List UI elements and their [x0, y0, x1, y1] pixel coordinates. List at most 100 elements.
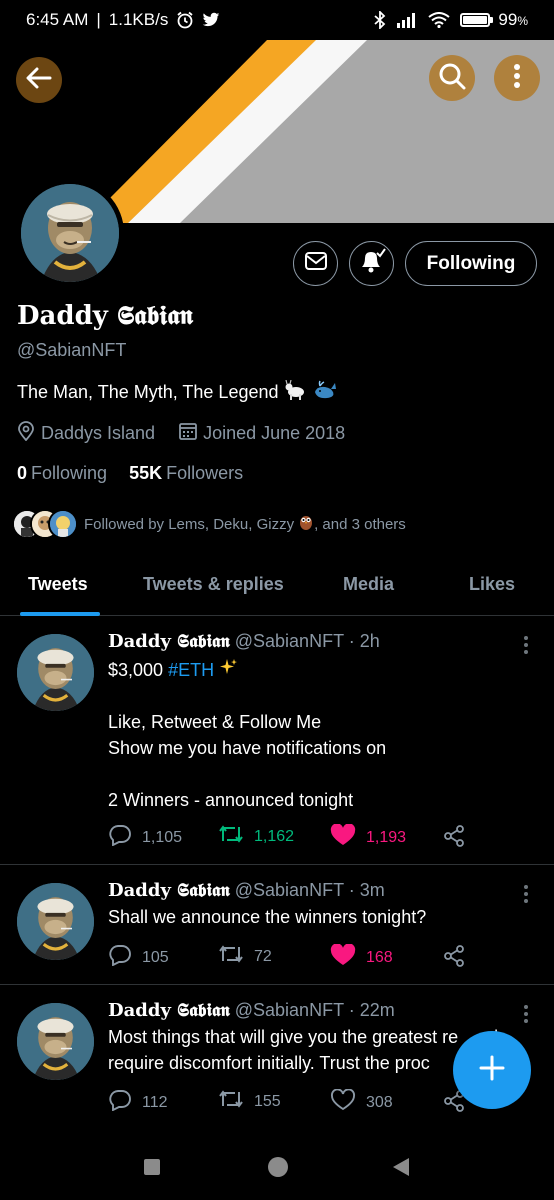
display-name-first: Daddy [17, 301, 108, 331]
profile-meta: Daddys Island Joined June 2018 [17, 421, 345, 446]
tab-media[interactable]: Media [343, 574, 394, 595]
followers-count-link[interactable]: 55K Followers [129, 463, 243, 484]
tweet-author-name[interactable]: Daddy 𝕾𝖆𝖇𝖎𝖆𝖓 [108, 631, 230, 652]
tweet-text: Shall we announce the winners tonight? [108, 907, 427, 927]
display-name: Daddy 𝕾𝖆𝖇𝖎𝖆𝖓 [17, 301, 193, 332]
tab-tweets-and-replies[interactable]: Tweets & replies [143, 574, 284, 595]
tweet[interactable]: Daddy 𝕾𝖆𝖇𝖎𝖆𝖓 @SabianNFT · 3m Shall we an… [0, 866, 554, 985]
home-button[interactable] [268, 1157, 288, 1177]
clock: 6:45 AM [26, 10, 89, 29]
alarm-icon [176, 11, 194, 29]
display-name-second: 𝕾𝖆𝖇𝖎𝖆𝖓 [116, 301, 193, 331]
like-button[interactable]: 308 [330, 1088, 393, 1116]
retweet-count: 1,162 [254, 827, 295, 845]
tweet-more-button[interactable] [518, 634, 534, 656]
location-pin-icon [17, 421, 35, 446]
notifications-button[interactable] [349, 241, 394, 286]
share-icon [442, 944, 466, 973]
plus-icon [478, 1054, 506, 1087]
signal-icon [396, 12, 418, 28]
tweet-more-button[interactable] [518, 1003, 534, 1025]
profile-bio: The Man, The Myth, The Legend [17, 379, 337, 405]
location-text: Daddys Island [41, 423, 156, 443]
following-count-link[interactable]: 0 Following [17, 463, 107, 484]
tweet-author-handle: @SabianNFT [234, 1000, 344, 1020]
like-count: 168 [366, 948, 393, 966]
bio-text: The Man, The Myth, The Legend [17, 382, 279, 402]
reply-count: 105 [142, 948, 169, 966]
followed-by-avatars [12, 509, 78, 539]
retweet-button[interactable]: 1,162 [218, 824, 294, 849]
retweet-icon [218, 1089, 244, 1114]
status-bar-left: 6:45 AM | 1.1KB/s [26, 10, 220, 30]
goat-emoji-icon [284, 379, 307, 405]
tweet-avatar[interactable] [17, 634, 94, 711]
tweet-amount: $3,000 [108, 660, 164, 680]
share-button[interactable] [442, 824, 466, 853]
followed-by-names: Followed by Lems, Deku, Gizzy [84, 515, 295, 533]
profile-handle: @SabianNFT [17, 340, 127, 360]
reply-icon [108, 944, 132, 971]
tweet-more-button[interactable] [518, 883, 534, 905]
bell-check-icon [358, 248, 386, 279]
tweet-header: Daddy 𝕾𝖆𝖇𝖎𝖆𝖓 @SabianNFT · 2h [108, 631, 380, 652]
whale-emoji-icon [313, 380, 337, 405]
retweet-button[interactable]: 72 [218, 944, 272, 969]
more-options-button[interactable] [494, 55, 540, 101]
share-button[interactable] [442, 944, 466, 973]
heart-filled-icon [330, 823, 356, 851]
ape-avatar-image [17, 634, 94, 711]
back-arrow-icon [26, 67, 52, 94]
tweet-author-handle: @SabianNFT [234, 880, 344, 900]
tweet-avatar[interactable] [17, 1003, 94, 1080]
battery-unit: % [517, 14, 528, 28]
system-back-button[interactable] [392, 1157, 410, 1182]
heart-filled-icon [330, 943, 356, 971]
reply-button[interactable]: 112 [108, 1089, 168, 1116]
reply-count: 112 [142, 1093, 168, 1111]
envelope-icon [304, 251, 328, 276]
profile-avatar[interactable] [16, 179, 124, 287]
battery-percent: 99% [498, 10, 528, 30]
ape-avatar-image [17, 883, 94, 960]
like-button[interactable]: 1,193 [330, 823, 407, 851]
like-count: 1,193 [366, 828, 407, 846]
message-button[interactable] [293, 241, 338, 286]
hashtag-link[interactable]: #ETH [168, 660, 214, 680]
back-button[interactable] [16, 57, 62, 103]
tweet[interactable]: Daddy 𝕾𝖆𝖇𝖎𝖆𝖓 @SabianNFT · 2h $3,000 #ETH… [0, 617, 554, 865]
retweet-button[interactable]: 155 [218, 1089, 281, 1114]
search-button[interactable] [429, 55, 475, 101]
search-icon [438, 62, 466, 95]
recent-apps-button[interactable] [144, 1159, 160, 1175]
tweet-time: 22m [359, 1000, 395, 1020]
following-button[interactable]: Following [405, 241, 537, 286]
reply-icon [108, 824, 132, 851]
system-navigation-bar [0, 1134, 554, 1200]
compose-tweet-button[interactable] [453, 1031, 531, 1109]
tweet-line-2: require discomfort initially. Trust the … [108, 1053, 430, 1073]
reply-button[interactable]: 105 [108, 944, 169, 971]
tweet-author-name[interactable]: Daddy 𝕾𝖆𝖇𝖎𝖆𝖓 [108, 880, 230, 901]
tweet-avatar[interactable] [17, 883, 94, 960]
following-label: Following [31, 463, 108, 483]
share-icon [442, 824, 466, 853]
tweet-actions: 1,105 1,162 1,193 [108, 823, 528, 853]
heart-outline-icon [330, 1088, 356, 1116]
tweet-actions: 105 72 168 [108, 943, 528, 973]
like-button[interactable]: 168 [330, 943, 393, 971]
followed-by[interactable]: Followed by Lems, Deku, Gizzy , and 3 ot… [12, 509, 406, 539]
tweet-body: Like, Retweet & Follow Me Show me you ha… [108, 712, 387, 810]
battery-icon: 99% [460, 10, 528, 30]
reply-button[interactable]: 1,105 [108, 824, 182, 851]
tweet-text: $3,000 #ETH Like, Retweet & Follow Me Sh… [108, 657, 528, 813]
tab-likes[interactable]: Likes [469, 574, 515, 595]
status-divider: | [96, 10, 101, 29]
followed-by-others: , and 3 others [314, 515, 406, 533]
retweet-icon [218, 824, 244, 849]
back-triangle-icon [393, 1158, 409, 1176]
network-speed: 1.1KB/s [108, 10, 169, 29]
active-tab-indicator [20, 612, 100, 616]
tab-tweets[interactable]: Tweets [28, 574, 88, 595]
tweet-author-name[interactable]: Daddy 𝕾𝖆𝖇𝖎𝖆𝖓 [108, 1000, 230, 1021]
